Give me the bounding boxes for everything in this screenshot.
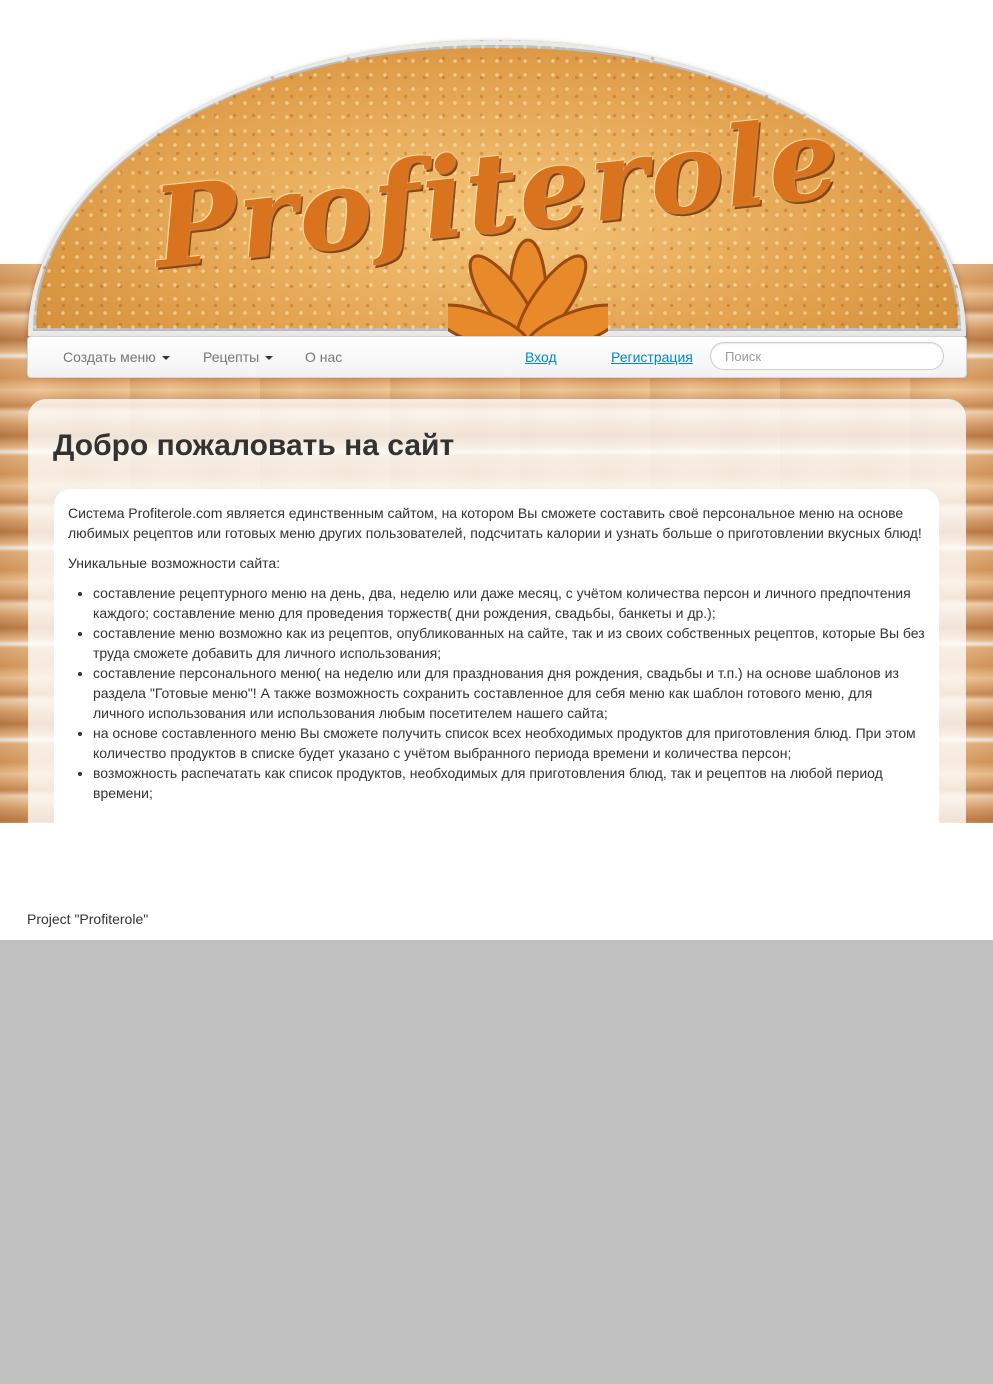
navbar: Создать меню Рецепты О нас Вход Регистра… [27,336,967,378]
nav-create-menu[interactable]: Создать меню [63,337,170,377]
nav-about[interactable]: О нас [305,337,342,377]
site-logo[interactable]: Profiterole [28,40,966,336]
caret-down-icon [265,356,274,361]
footer-text: Project "Profiterole" [27,911,149,927]
list-item: составление меню возможно как из рецепто… [93,623,925,663]
features-list: составление рецептурного меню на день, д… [68,583,925,803]
welcome-card: Система Profiterole.com является единств… [54,489,939,823]
list-item: на основе составленного меню Вы сможете … [93,723,925,763]
nav-about-label: О нас [305,349,343,365]
list-item: возможность распечатать как список проду… [93,763,925,803]
register-link[interactable]: Регистрация [611,337,693,377]
nav-recipes[interactable]: Рецепты [203,337,274,377]
login-link[interactable]: Вход [525,337,557,377]
caret-down-icon [161,356,170,361]
nav-create-menu-label: Создать меню [63,349,156,365]
nav-recipes-label: Рецепты [203,349,260,365]
list-item: составление персонального меню( на недел… [93,663,925,723]
list-item: составление рецептурного меню на день, д… [93,583,925,623]
search-input[interactable] [710,342,944,370]
page-title: Добро пожаловать на сайт [53,429,455,462]
main-content: Добро пожаловать на сайт Система Profite… [28,399,966,823]
intro-text: Система Profiterole.com является единств… [68,505,922,541]
features-heading: Уникальные возможности сайта: [68,555,281,571]
